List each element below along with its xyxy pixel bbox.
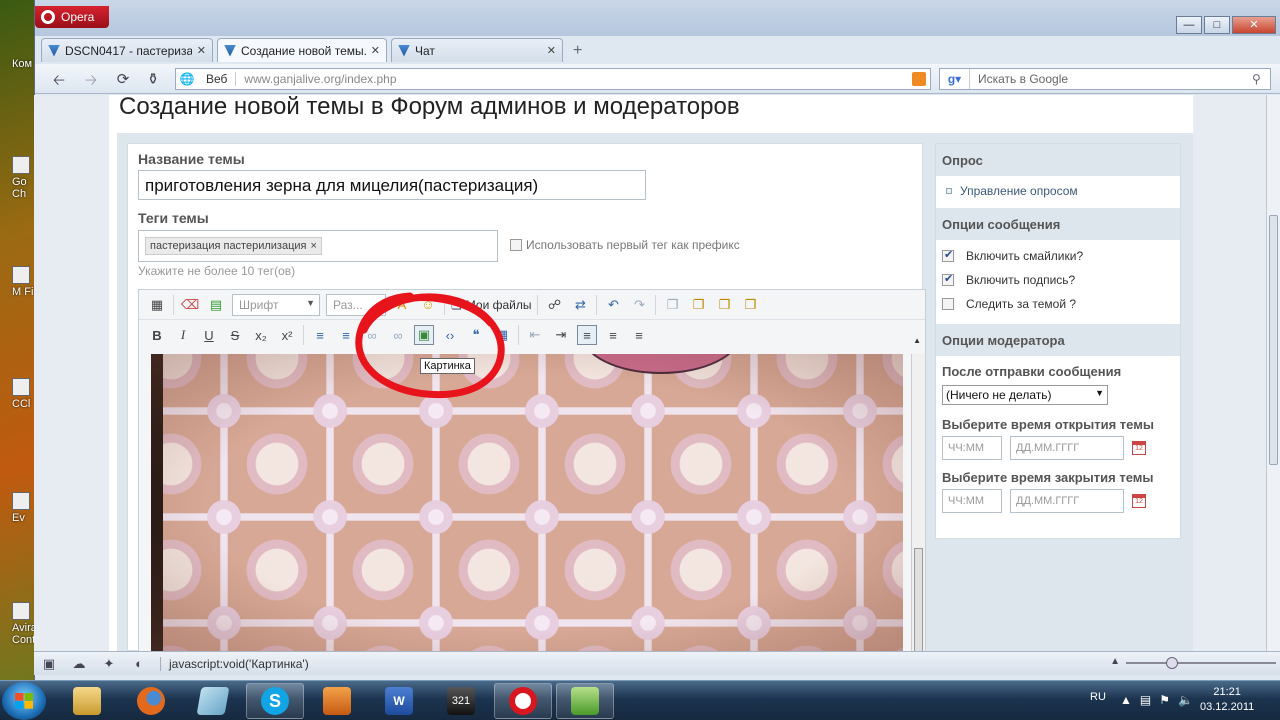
turbo-icon[interactable]: ◐ — [124, 656, 154, 671]
address-field[interactable]: 🌐 Веб www.ganjalive.org/index.php — [175, 68, 931, 90]
firefox-icon — [137, 687, 165, 715]
desktop-icon[interactable]: Avira Cont — [12, 602, 37, 646]
globe-icon: 🌐 — [179, 72, 195, 86]
desktop-icon-label: Ком — [12, 58, 33, 70]
app-icon — [196, 687, 230, 715]
desktop-icon[interactable]: Ком — [12, 58, 34, 70]
tab-close-icon[interactable]: ✕ — [371, 44, 380, 57]
site-favicon-icon — [224, 44, 236, 57]
status-text: javascript:void('Картинка') — [160, 656, 309, 671]
folder-icon — [73, 687, 101, 715]
taskbar-media-player[interactable] — [308, 683, 366, 719]
app-icon — [571, 687, 599, 715]
taskbar-app[interactable] — [184, 683, 242, 719]
zoom-slider[interactable] — [1126, 657, 1276, 669]
key-icon[interactable]: ⚱ — [143, 70, 163, 88]
skype-icon: S — [261, 687, 289, 715]
desktop-icon-label: Go Ch — [12, 176, 27, 200]
shortcut-icon — [12, 266, 30, 284]
taskbar-opera[interactable] — [494, 683, 552, 719]
tab-label: DSCN0417 - пастериза... — [65, 43, 192, 58]
start-button[interactable] — [2, 682, 46, 720]
network-icon[interactable]: ▤ — [1140, 693, 1151, 707]
search-placeholder[interactable]: Искать в Google — [970, 72, 1252, 86]
shortcut-icon — [12, 492, 30, 510]
media-player-icon — [323, 687, 351, 715]
taskbar-firefox[interactable] — [122, 683, 180, 719]
volume-icon[interactable]: 🔈 — [1178, 693, 1193, 707]
window-controls: — □ ✕ — [1176, 16, 1276, 34]
taskbar: S W 321 RU ▲ ▤ ⚑ 🔈 21:21 03.12.2011 — [0, 680, 1280, 720]
taskbar-misc[interactable] — [556, 683, 614, 719]
taskbar-skype[interactable]: S — [246, 683, 304, 719]
desktop-icon[interactable]: M Fi — [12, 266, 34, 298]
taskbar-explorer[interactable] — [58, 683, 116, 719]
desktop-icon-label: Ev — [12, 512, 25, 524]
shortcut-icon — [12, 602, 30, 620]
tab-close-icon[interactable]: ✕ — [197, 44, 206, 57]
google-icon[interactable]: g▾ — [940, 69, 970, 89]
flag-icon[interactable]: ⚑ — [1159, 693, 1170, 707]
tab-dscn0417[interactable]: DSCN0417 - пастериза... ✕ — [41, 38, 213, 62]
tab-create-topic[interactable]: Создание новой темы... ✕ — [217, 38, 387, 62]
zoom-track — [1126, 662, 1276, 664]
taskbar-word[interactable]: W — [370, 683, 428, 719]
shortcut-icon — [12, 156, 30, 174]
opera-unite-icon[interactable]: ☁ — [64, 656, 94, 672]
address-toolbar: 🡠 🡢 ⟳ ⚱ 🌐 Веб www.ganjalive.org/index.ph… — [35, 64, 1280, 94]
clock-time: 21:21 — [1213, 686, 1241, 698]
mpc-icon: 321 — [447, 687, 475, 715]
address-mode-label: Веб — [198, 72, 237, 86]
tab-label: Чат — [415, 43, 435, 58]
tray-icons: ▲ ▤ ⚑ 🔈 — [1120, 693, 1193, 707]
desktop-icon-label: CCl — [12, 398, 31, 410]
panel-toggle-icon[interactable]: ▣ — [34, 656, 64, 672]
tab-close-icon[interactable]: ✕ — [547, 44, 556, 57]
tab-chat[interactable]: Чат ✕ — [391, 38, 563, 62]
tab-bar: DSCN0417 - пастериза... ✕ Создание новой… — [35, 38, 1280, 62]
clock-date: 03.12.2011 — [1200, 701, 1255, 713]
minimize-button[interactable]: — — [1176, 16, 1202, 34]
maximize-button[interactable]: □ — [1204, 16, 1230, 34]
opera-link-icon[interactable]: ✦ — [94, 656, 124, 672]
url-text[interactable]: www.ganjalive.org/index.php — [236, 72, 912, 86]
desktop-icon[interactable]: Ev — [12, 492, 34, 524]
opera-menu-label: Opera — [61, 10, 95, 24]
desktop-icon[interactable]: CCl — [12, 378, 34, 410]
taskbar-media-player-classic[interactable]: 321 — [432, 683, 490, 719]
zoom-knob[interactable] — [1166, 657, 1178, 669]
site-favicon-icon — [48, 44, 60, 57]
search-field[interactable]: g▾ Искать в Google ⚲ — [939, 68, 1271, 90]
clock[interactable]: 21:21 03.12.2011 — [1200, 685, 1254, 715]
reload-icon[interactable]: ⟳ — [113, 70, 133, 88]
language-indicator[interactable]: RU — [1090, 691, 1106, 703]
opera-logo-icon — [41, 10, 55, 24]
tab-label: Создание новой темы... — [241, 43, 366, 58]
desktop-icon-label: M Fi — [12, 286, 34, 298]
opera-icon — [509, 687, 537, 715]
new-tab-button[interactable]: + — [573, 42, 582, 60]
desktop-icon[interactable]: Go Ch — [12, 156, 34, 200]
opera-menu-button[interactable]: Opera — [35, 6, 109, 28]
browser-window: Opera — □ ✕ DSCN0417 - пастериза... ✕ Со… — [34, 0, 1280, 680]
rss-icon[interactable] — [912, 72, 926, 86]
site-favicon-icon — [398, 44, 410, 57]
status-bar: ▣ ☁ ✦ ◐ javascript:void('Картинка') ▲ — [34, 651, 1280, 675]
word-icon: W — [385, 687, 413, 715]
shortcut-icon — [12, 378, 30, 396]
close-window-button[interactable]: ✕ — [1232, 16, 1276, 34]
forward-icon[interactable]: 🡢 — [81, 70, 101, 95]
show-hidden-icons-icon[interactable]: ▲ — [1120, 693, 1132, 707]
system-tray: RU ▲ ▤ ⚑ 🔈 21:21 03.12.2011 — [1080, 681, 1280, 720]
desktop-icons: Ком Go Ch M Fi CCl Ev Avira Cont — [0, 40, 37, 660]
windows-logo-icon — [15, 693, 33, 709]
zoom-view-icon[interactable]: ▲ — [1110, 656, 1120, 667]
back-icon[interactable]: 🡠 — [49, 70, 69, 95]
title-bar: Opera — □ ✕ — [35, 0, 1280, 36]
search-icon[interactable]: ⚲ — [1252, 72, 1270, 86]
